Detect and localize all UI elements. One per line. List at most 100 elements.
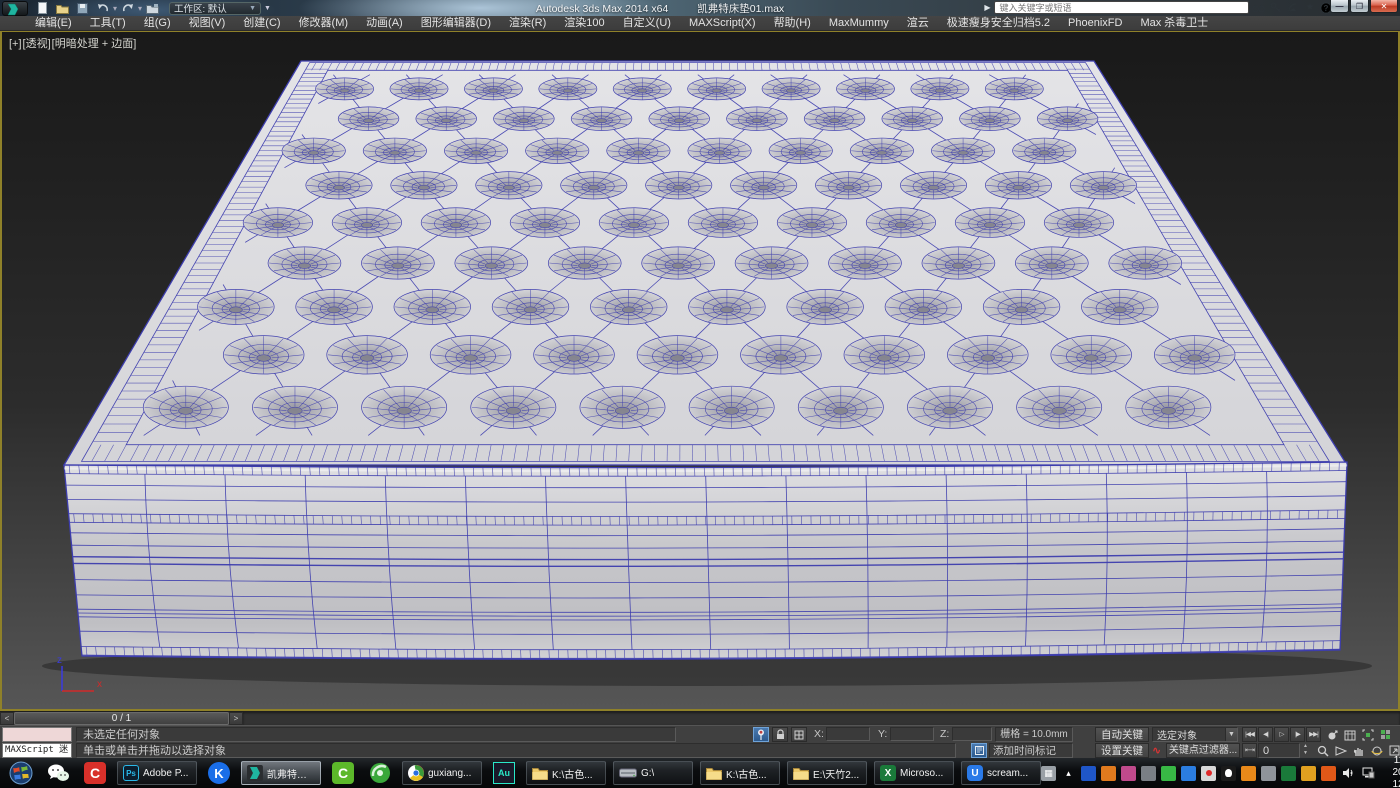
selection-set-dropdown[interactable]: 选定对象 ▼ [1152,727,1238,742]
binoculars-icon[interactable] [1251,1,1266,14]
search-input[interactable] [994,1,1249,14]
taskbar-photoshop-window[interactable]: PsAdobe P... [117,761,197,785]
favorites-star-icon[interactable]: ★ [1302,1,1317,14]
taskbar-excel-window[interactable]: XMicroso... [874,761,954,785]
undo-dropdown-arrow[interactable]: ▾ [113,4,117,13]
go-to-end-button[interactable]: ▶▶| [1306,727,1321,742]
menu-item-12[interactable]: MAXScript(X) [680,16,765,31]
menu-item-18[interactable]: Max 杀毒卫士 [1131,16,1217,31]
infocenter-expander-icon[interactable]: ▶ [984,3,990,12]
tray-keyboard-icon[interactable]: ▦ [1041,766,1056,781]
mute-track-icon[interactable] [1343,727,1357,742]
tray-bank-client-icon[interactable] [1281,766,1296,781]
tray-pc-manager-icon[interactable] [1181,766,1196,781]
time-tag-icon[interactable] [971,743,987,758]
absolute-mode-toggle[interactable] [791,727,807,742]
taskbar-camtasia-recorder[interactable]: C [328,760,358,786]
play-button[interactable]: ▷ [1274,727,1289,742]
y-coordinate-field[interactable] [890,727,934,741]
menu-item-9[interactable]: 渲染(R) [500,16,555,31]
menu-item-4[interactable]: 视图(V) [180,16,235,31]
redo-dropdown-arrow[interactable]: ▾ [138,4,142,13]
toolbar-overflow-arrow[interactable]: ▼ [264,5,271,12]
maxscript-mini-listener[interactable]: MAXScript 迷 [2,743,72,758]
menu-item-8[interactable]: 图形编辑器(D) [412,16,500,31]
perspective-viewport[interactable]: zx [+][透视][明暗处理 + 边面] [0,31,1400,711]
restore-button[interactable]: ❐ [1350,0,1369,13]
menu-item-16[interactable]: 极速瘦身安全归档5.2 [938,16,1059,31]
tray-app-orange-icon[interactable] [1101,766,1116,781]
taskbar-max-window[interactable]: 凯弗特床... [241,761,321,785]
viewport-shading-menu[interactable]: [明暗处理 + 边面] [52,38,137,50]
menu-item-3[interactable]: 组(G) [135,16,180,31]
taskbar-explorer-window-4[interactable]: E:\天竹2... [787,761,867,785]
workspace-selector[interactable]: 工作区: 默认 ▼ [169,2,261,15]
open-file-button[interactable] [54,1,71,15]
x-coordinate-field[interactable] [826,727,870,741]
viewport-general-menu[interactable]: [+] [9,38,22,50]
next-frame-arrow[interactable]: > [229,712,243,725]
menu-item-14[interactable]: MaxMummy [820,16,898,31]
minimize-button[interactable]: — [1330,0,1349,13]
previous-frame-arrow[interactable]: < [0,712,14,725]
tray-screenshot-tool-icon[interactable] [1301,766,1316,781]
taskbar-kwai[interactable]: K [204,760,234,786]
taskbar-audition[interactable]: Au [489,760,519,786]
time-slider-handle[interactable]: 0 / 1 [14,712,229,725]
selection-lock-toggle[interactable] [772,727,788,742]
z-coordinate-field[interactable] [952,727,992,741]
tray-qq-icon[interactable] [1221,766,1236,781]
menu-item-5[interactable]: 创建(C) [234,16,289,31]
new-key-icon[interactable] [1325,727,1339,742]
snaps-grid-icon[interactable] [1379,727,1393,742]
tray-security-shield-icon[interactable] [1321,766,1336,781]
isolate-selection-toggle[interactable] [753,727,769,742]
key-icon[interactable] [1268,1,1283,14]
comm-center-icon[interactable] [1285,1,1300,14]
application-menu-button[interactable] [2,1,28,16]
auto-key-button[interactable]: 自动关键点 [1095,727,1149,742]
taskbar-explorer-window-1[interactable]: K:\古色... [526,761,606,785]
tray-network-icon[interactable] [1361,766,1376,781]
close-button[interactable]: ✕ [1370,0,1398,13]
viewport-pov-menu[interactable]: [透视] [23,38,51,50]
taskbar-wechat[interactable] [43,760,73,786]
menu-item-1[interactable]: 编辑(E) [26,16,81,31]
taskbar-clock[interactable]: 11:13 2020-12-09 [1389,755,1400,788]
tray-mail-icon[interactable] [1241,766,1256,781]
next-frame-button[interactable]: |▶ [1290,727,1305,742]
undo-button[interactable] [94,1,111,15]
menu-item-2[interactable]: 工具(T) [81,16,135,31]
menu-item-13[interactable]: 帮助(H) [765,16,820,31]
menu-item-17[interactable]: PhoenixFD [1059,16,1131,31]
macro-recorder-field[interactable] [2,727,72,742]
new-scene-button[interactable] [34,1,51,15]
project-folder-button[interactable] [144,1,161,15]
tray-qq-offline-icon[interactable] [1201,766,1216,781]
taskbar-screamer-window[interactable]: Uscream... [961,761,1041,785]
menu-item-15[interactable]: 渲云 [898,16,938,31]
previous-frame-button[interactable]: ◀| [1258,727,1273,742]
tray-flash-player-icon[interactable] [1141,766,1156,781]
go-to-start-button[interactable]: |◀◀ [1242,727,1257,742]
tray-wechat-tray-icon[interactable] [1161,766,1176,781]
menu-item-6[interactable]: 修改器(M) [290,16,358,31]
redo-button[interactable] [119,1,136,15]
menu-item-11[interactable]: 自定义(U) [614,16,680,31]
menu-item-7[interactable]: 动画(A) [357,16,412,31]
taskbar-start-button[interactable] [6,760,36,786]
tray-stock-widget-icon[interactable] [1081,766,1096,781]
time-slider-track[interactable] [243,712,1400,725]
tray-app-multicolor-icon[interactable] [1121,766,1136,781]
taskbar-browser-360[interactable] [365,760,395,786]
tray-volume-icon[interactable] [1341,766,1356,781]
save-file-button[interactable] [74,1,91,15]
taskbar-chrome-window[interactable]: guxiang... [402,761,482,785]
isolate-region-icon[interactable] [1361,727,1375,742]
tray-hidden-icons-icon[interactable]: ▴ [1061,766,1076,781]
taskbar-explorer-window-3[interactable]: K:\古色... [700,761,780,785]
tray-usb-device-icon[interactable] [1261,766,1276,781]
taskbar-explorer-window-2[interactable]: G:\ [613,761,693,785]
menu-item-10[interactable]: 渲染100 [555,16,613,31]
taskbar-camtasia[interactable]: C [80,760,110,786]
